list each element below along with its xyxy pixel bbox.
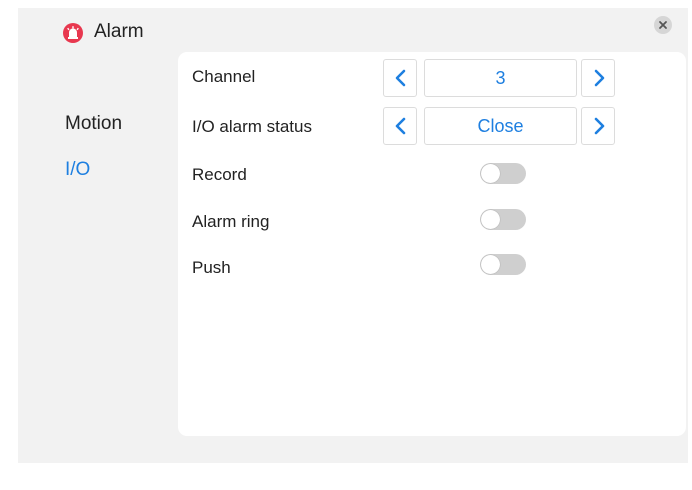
alarm-window: Alarm Motion I/O Channel 3 I/O alarm sta… — [18, 8, 688, 463]
toggle-knob — [481, 210, 500, 229]
channel-label: Channel — [192, 67, 256, 86]
settings-panel: Channel 3 I/O alarm status Close Record — [178, 52, 686, 436]
chevron-right-icon — [594, 117, 605, 135]
alarm-ring-label: Alarm ring — [192, 212, 270, 231]
chevron-left-icon — [395, 69, 406, 87]
toggle-knob — [481, 255, 500, 274]
chevron-left-icon — [395, 117, 406, 135]
record-toggle[interactable] — [480, 163, 526, 184]
sidebar-item-io[interactable]: I/O — [65, 159, 90, 181]
io-alarm-status-label: I/O alarm status — [192, 117, 312, 136]
close-icon — [659, 21, 667, 29]
channel-next-button[interactable] — [581, 59, 615, 97]
chevron-right-icon — [594, 69, 605, 87]
push-toggle[interactable] — [480, 254, 526, 275]
record-label: Record — [192, 165, 247, 184]
io-alarm-status-next-button[interactable] — [581, 107, 615, 145]
alarm-ring-toggle[interactable] — [480, 209, 526, 230]
window-title: Alarm — [94, 21, 144, 42]
toggle-knob — [481, 164, 500, 183]
alarm-siren-icon — [63, 23, 83, 43]
channel-prev-button[interactable] — [383, 59, 417, 97]
sidebar-item-motion[interactable]: Motion — [65, 113, 122, 135]
title-bar: Alarm — [18, 8, 688, 52]
close-button[interactable] — [654, 16, 672, 34]
io-alarm-status-value: Close — [424, 107, 577, 145]
push-label: Push — [192, 258, 231, 277]
channel-value: 3 — [424, 59, 577, 97]
io-alarm-status-prev-button[interactable] — [383, 107, 417, 145]
